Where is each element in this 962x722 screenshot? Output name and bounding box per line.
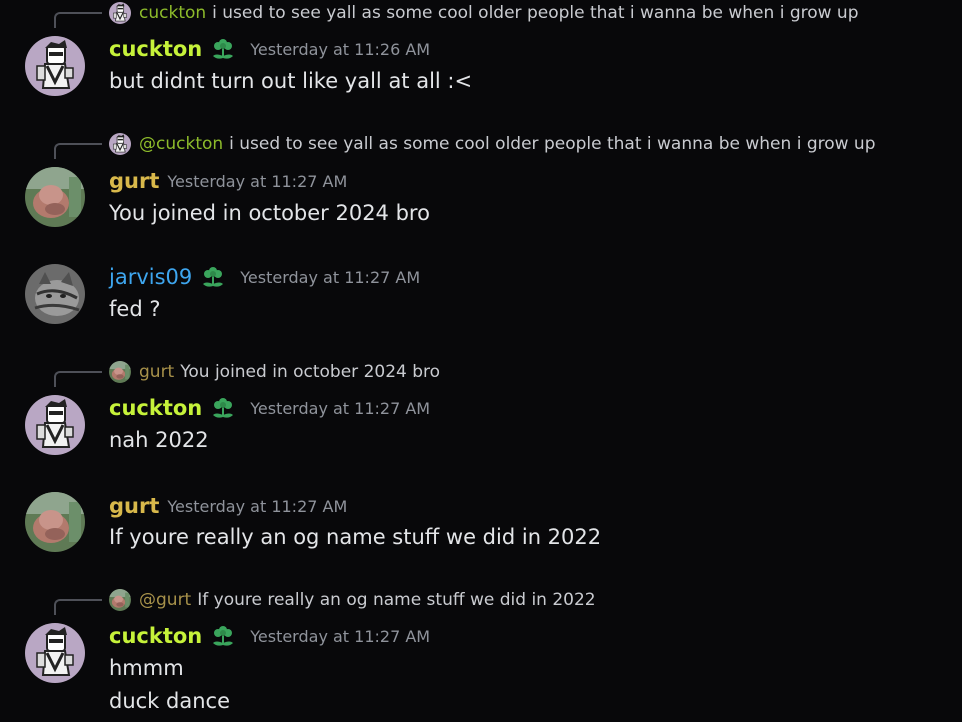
- reply-text[interactable]: i used to see yall as some cool older pe…: [229, 134, 875, 154]
- username[interactable]: gurt: [109, 494, 159, 518]
- timestamp[interactable]: Yesterday at 11:27 AM: [250, 627, 430, 646]
- reply-preview[interactable]: cuckton i used to see yall as some cool …: [109, 2, 859, 24]
- timestamp[interactable]: Yesterday at 11:26 AM: [250, 40, 430, 59]
- username[interactable]: cuckton: [109, 37, 202, 61]
- message-line: hmmm: [109, 656, 184, 680]
- username[interactable]: jarvis09: [109, 265, 192, 289]
- message-header: gurt Yesterday at 11:27 AM: [109, 491, 347, 521]
- reply-preview[interactable]: @cuckton i used to see yall as some cool…: [109, 133, 876, 155]
- message-line: nah 2022: [109, 428, 209, 452]
- reply-connector: [54, 599, 102, 615]
- message-content: hmmm duck dance: [109, 652, 230, 718]
- reply-preview[interactable]: gurt You joined in october 2024 bro: [109, 361, 440, 383]
- message-line: but didnt turn out like yall at all :<: [109, 69, 473, 93]
- reply-author[interactable]: gurt: [139, 362, 174, 382]
- reply-connector: [54, 143, 102, 159]
- avatar[interactable]: [25, 492, 85, 552]
- timestamp[interactable]: Yesterday at 11:27 AM: [167, 172, 347, 191]
- reply-author[interactable]: @gurt: [139, 590, 191, 610]
- timestamp[interactable]: Yesterday at 11:27 AM: [167, 497, 347, 516]
- avatar[interactable]: [25, 395, 85, 455]
- message-line: If youre really an og name stuff we did …: [109, 525, 602, 549]
- username[interactable]: gurt: [109, 169, 159, 193]
- reply-connector: [54, 371, 102, 387]
- flower-badge-icon[interactable]: [210, 395, 236, 421]
- reply-preview[interactable]: @gurt If youre really an og name stuff w…: [109, 589, 596, 611]
- message-content: nah 2022: [109, 424, 209, 457]
- flower-badge-icon[interactable]: [210, 36, 236, 62]
- message-header: cuckton Yesterday at 11:26 AM: [109, 34, 430, 64]
- reply-connector: [54, 12, 102, 28]
- chat-messages: cuckton i used to see yall as some cool …: [0, 0, 962, 722]
- avatar[interactable]: [25, 264, 85, 324]
- message-header: cuckton Yesterday at 11:27 AM: [109, 393, 430, 423]
- flower-badge-icon[interactable]: [200, 264, 226, 290]
- message-line: duck dance: [109, 689, 230, 713]
- username[interactable]: cuckton: [109, 624, 202, 648]
- reply-avatar: [109, 361, 131, 383]
- reply-text[interactable]: If youre really an og name stuff we did …: [197, 590, 595, 610]
- message-header: cuckton Yesterday at 11:27 AM: [109, 621, 430, 651]
- reply-text[interactable]: You joined in october 2024 bro: [180, 362, 440, 382]
- timestamp[interactable]: Yesterday at 11:27 AM: [250, 399, 430, 418]
- reply-author[interactable]: @cuckton: [139, 134, 223, 154]
- avatar[interactable]: [25, 167, 85, 227]
- flower-badge-icon[interactable]: [210, 623, 236, 649]
- message-line: You joined in october 2024 bro: [109, 201, 430, 225]
- timestamp[interactable]: Yesterday at 11:27 AM: [240, 268, 420, 287]
- reply-avatar: [109, 133, 131, 155]
- message-header: jarvis09 Yesterday at 11:27 AM: [109, 262, 420, 292]
- avatar[interactable]: [25, 36, 85, 96]
- username[interactable]: cuckton: [109, 396, 202, 420]
- message-line: fed ?: [109, 297, 161, 321]
- reply-text[interactable]: i used to see yall as some cool older pe…: [212, 3, 858, 23]
- message-content: If youre really an og name stuff we did …: [109, 521, 601, 554]
- reply-avatar: [109, 2, 131, 24]
- message-content: fed ?: [109, 293, 160, 326]
- message-header: gurt Yesterday at 11:27 AM: [109, 166, 347, 196]
- reply-avatar: [109, 589, 131, 611]
- message-content: but didnt turn out like yall at all :<: [109, 65, 472, 98]
- avatar[interactable]: [25, 623, 85, 683]
- reply-author[interactable]: cuckton: [139, 3, 206, 23]
- message-content: You joined in october 2024 bro: [109, 197, 430, 230]
